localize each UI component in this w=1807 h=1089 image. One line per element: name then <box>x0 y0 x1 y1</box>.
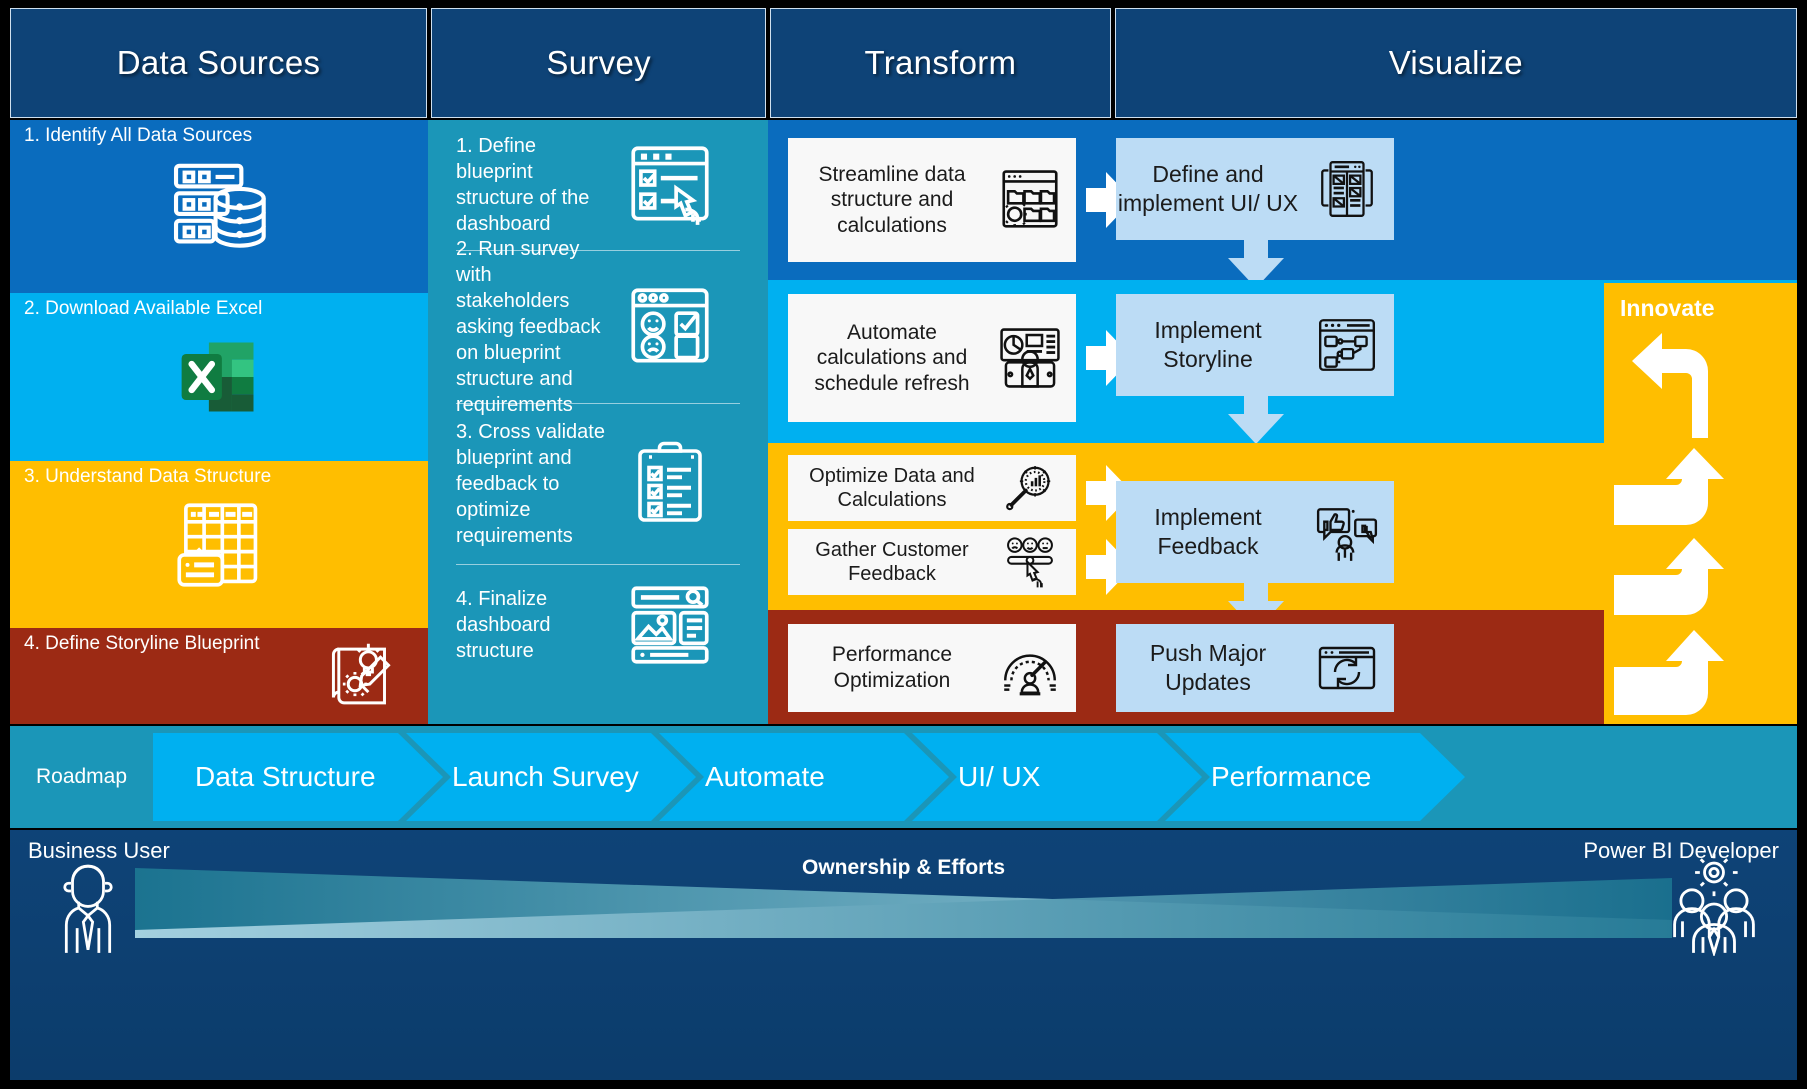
flow-diagram-icon <box>1300 312 1394 378</box>
roadmap-label: Roadmap <box>35 765 128 788</box>
survey-item-4-label: 4. Finalize dashboard structure <box>456 588 551 662</box>
spreadsheet-table-icon <box>10 461 428 628</box>
effort-wedges <box>135 868 1672 938</box>
roadmap-stage-data-structure[interactable]: Data Structure <box>153 733 443 821</box>
dashboard-user-icon <box>984 323 1076 393</box>
visualize-card-3-label: Implement Feedback <box>1154 504 1262 559</box>
header-survey: Survey <box>431 8 767 118</box>
survey-item-3: 3. Cross validate blueprint and feedback… <box>428 404 768 564</box>
visualize-card-2: Implement Storyline <box>1116 294 1394 396</box>
survey-smiley-icon <box>606 278 734 376</box>
main-body: 1. Identify All Data Sources 2. Download… <box>10 120 1797 724</box>
survey-item-2: 2. Run survey with stakeholders asking f… <box>428 238 768 416</box>
column-survey: 1. Define blueprint structure of the das… <box>428 120 768 724</box>
transform-card-4: Gather Customer Feedback <box>788 529 1076 595</box>
visualize-card-2-label: Implement Storyline <box>1154 317 1262 372</box>
roadmap-strip: Roadmap Data Structure Launch Survey Aut… <box>10 726 1797 828</box>
visualize-card-1-label: Define and implement UI/ UX <box>1117 161 1299 216</box>
speedometer-icon <box>984 635 1076 701</box>
visualize-card-1: Define and implement UI/ UX <box>1116 138 1394 240</box>
data-source-item-3: 3. Understand Data Structure <box>10 461 428 628</box>
roadmap-stages: Data Structure Launch Survey Automate UI… <box>153 733 1797 821</box>
visualize-card-3: Implement Feedback <box>1116 481 1394 583</box>
clipboard-check-icon <box>606 436 734 532</box>
transform-card-3-label: Optimize Data and Calculations <box>809 464 975 511</box>
survey-item-1: 1. Define blueprint structure of the das… <box>428 120 768 250</box>
column-transform-visualize: Streamline data structure and calculatio… <box>768 120 1797 724</box>
transform-card-1-label: Streamline data structure and calculatio… <box>818 162 966 237</box>
smiley-slider-click-icon <box>984 535 1076 589</box>
visualize-card-4-label: Push Major Updates <box>1149 640 1267 695</box>
header-visualize: Visualize <box>1114 8 1797 118</box>
survey-item-3-label: 3. Cross validate blueprint and feedback… <box>456 421 605 547</box>
data-source-item-2: 2. Download Available Excel <box>10 293 428 461</box>
transform-card-5: Performance Optimization <box>788 624 1076 712</box>
transform-card-5-label: Performance Optimization <box>831 643 953 692</box>
refresh-window-icon <box>1300 636 1394 700</box>
transform-card-3: Optimize Data and Calculations <box>788 455 1076 521</box>
header-transform: Transform <box>770 8 1111 118</box>
excel-icon <box>10 293 428 461</box>
wireframe-icon <box>1300 156 1394 222</box>
roadmap-stage-launch-survey[interactable]: Launch Survey <box>406 733 696 821</box>
checklist-click-icon <box>606 136 734 234</box>
ownership-footer: Business User Power BI Developer Ownersh… <box>10 830 1797 1080</box>
blueprint-idea-icon <box>10 628 428 724</box>
roadmap-stage-automate[interactable]: Automate <box>659 733 949 821</box>
transform-card-2-label: Automate calculations and schedule refre… <box>814 320 970 395</box>
header-data-sources: Data Sources <box>10 8 428 118</box>
business-user-icon <box>50 860 126 956</box>
survey-item-4: 4. Finalize dashboard structure <box>428 565 768 685</box>
survey-item-1-label: 1. Define blueprint structure of the das… <box>456 135 590 235</box>
developer-team-icon <box>1671 852 1757 956</box>
innovate-label: Innovate <box>1620 295 1715 321</box>
stage-row-1: Streamline data structure and calculatio… <box>768 120 1797 288</box>
transform-card-4-label: Gather Customer Feedback <box>815 538 969 585</box>
thumbs-feedback-icon <box>1300 499 1394 565</box>
dashboard-layout-icon <box>606 576 734 674</box>
roadmap-stage-ui-ux[interactable]: UI/ UX <box>912 733 1202 821</box>
column-data-sources: 1. Identify All Data Sources 2. Download… <box>10 120 428 724</box>
data-source-item-4: 4. Define Storyline Blueprint <box>10 628 428 724</box>
database-server-icon <box>10 120 428 293</box>
survey-item-2-label: 2. Run survey with stakeholders asking f… <box>456 238 601 416</box>
innovate-loop-arrows <box>1614 333 1724 715</box>
transform-card-1: Streamline data structure and calculatio… <box>788 138 1076 262</box>
roadmap-stage-performance[interactable]: Performance <box>1165 733 1465 821</box>
column-header-bar: Data Sources Survey Transform Visualize <box>10 8 1797 118</box>
magnifier-gear-chart-icon <box>984 461 1076 515</box>
transform-card-2: Automate calculations and schedule refre… <box>788 294 1076 422</box>
innovate-panel: Innovate <box>1604 283 1797 724</box>
flow-arrow-down-2 <box>1228 396 1284 446</box>
folders-gear-icon <box>984 165 1076 235</box>
data-source-item-1: 1. Identify All Data Sources <box>10 120 428 293</box>
infographic-canvas: Data Sources Survey Transform Visualize … <box>0 0 1807 1089</box>
visualize-card-4: Push Major Updates <box>1116 624 1394 712</box>
